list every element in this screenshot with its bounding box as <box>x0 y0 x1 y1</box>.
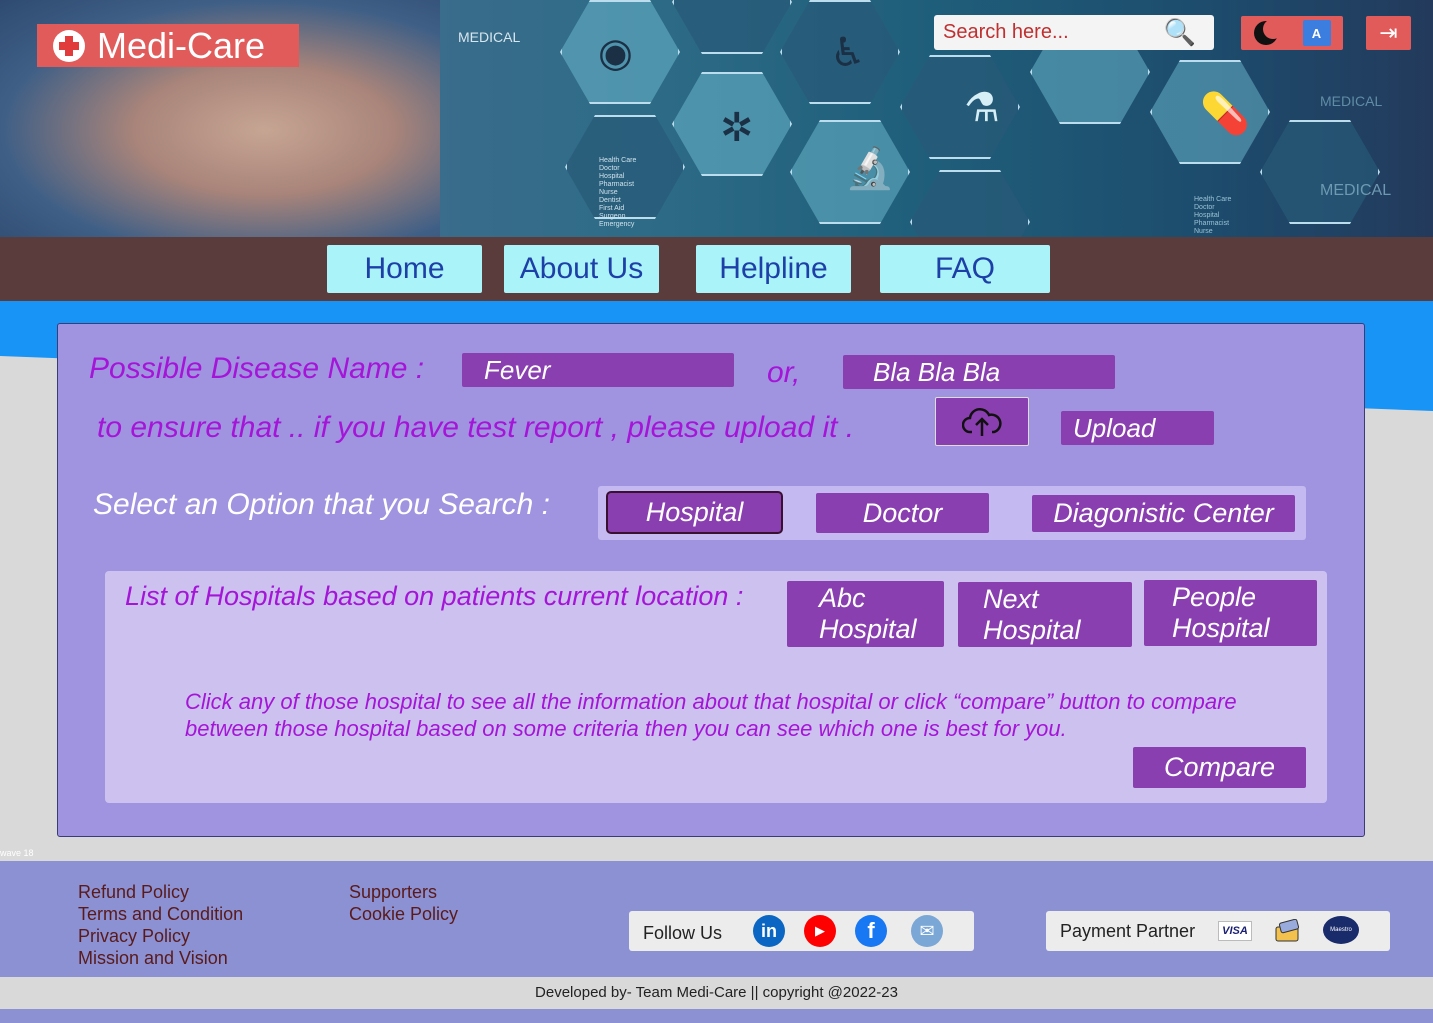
linkedin-icon[interactable]: in <box>753 915 785 947</box>
cloud-upload-icon[interactable] <box>935 397 1029 446</box>
translate-icon[interactable]: A <box>1302 20 1331 46</box>
search-input[interactable] <box>943 21 1163 44</box>
follow-us-box: Follow Us in ▶ f ✉ <box>629 911 974 951</box>
bottom-strip <box>0 1009 1433 1023</box>
footer-link-mission[interactable]: Mission and Vision <box>78 948 228 969</box>
footer-link-refund[interactable]: Refund Policy <box>78 882 189 903</box>
footer-link-terms[interactable]: Terms and Condition <box>78 904 243 925</box>
banner-tag: MEDICAL <box>1320 93 1383 109</box>
visa-icon: VISA <box>1218 921 1252 941</box>
brand-name: Medi-Care <box>97 24 266 66</box>
medical-cross-icon <box>53 29 85 62</box>
facebook-icon[interactable]: f <box>855 915 887 947</box>
footer-link-privacy[interactable]: Privacy Policy <box>78 926 190 947</box>
nav-about-us[interactable]: About Us <box>504 245 659 293</box>
search-bar: 🔍 <box>934 15 1214 50</box>
upload-prompt: to ensure that .. if you have test repor… <box>97 411 855 444</box>
main-navbar: Home About Us Helpline FAQ <box>0 237 1433 301</box>
results-description: Click any of those hospital to see all t… <box>185 689 1237 741</box>
footer-link-cookie[interactable]: Cookie Policy <box>349 904 458 925</box>
hex-shape <box>1260 120 1380 224</box>
footer-link-supporters[interactable]: Supporters <box>349 882 437 903</box>
banner-list: Health Care Doctor Hospital Pharmacist N… <box>599 157 637 228</box>
banner-tag: MEDICAL <box>1320 182 1392 199</box>
maestro-icon: Maestro <box>1323 916 1359 944</box>
wheelchair-icon: ♿ <box>830 31 866 75</box>
theme-language-group: A <box>1241 16 1343 50</box>
hex-shape <box>672 0 792 54</box>
email-icon[interactable]: ✉ <box>911 915 943 947</box>
wave-label: wave 18 <box>0 848 34 858</box>
option-group: Hospital Doctor Diagonistic Center <box>598 486 1306 540</box>
disease-alt-input[interactable]: Bla Bla Bla <box>843 355 1115 389</box>
payment-partner-box: Payment Partner VISA Maestro <box>1046 911 1390 951</box>
hex-tubes <box>900 55 1020 159</box>
brand-logo[interactable]: Medi-Care <box>37 24 299 67</box>
upload-button[interactable]: Upload <box>1061 411 1214 445</box>
option-doctor[interactable]: Doctor <box>816 493 989 533</box>
banner-list: Health Care Doctor Hospital Pharmacist N… <box>1194 196 1232 235</box>
select-option-label: Select an Option that you Search : <box>93 488 550 521</box>
compare-button[interactable]: Compare <box>1133 747 1306 788</box>
card-icon <box>1274 918 1302 943</box>
follow-us-label: Follow Us <box>643 923 723 943</box>
molecule-icon: ✲ <box>720 106 754 150</box>
eye-icon: ◉ <box>598 31 633 75</box>
dark-mode-icon[interactable] <box>1253 19 1283 45</box>
nav-faq[interactable]: FAQ <box>880 245 1050 293</box>
youtube-icon[interactable]: ▶ <box>804 915 836 947</box>
search-icon[interactable]: 🔍 <box>1164 17 1196 48</box>
disease-label: Possible Disease Name : <box>89 352 425 385</box>
option-hospital[interactable]: Hospital <box>606 491 783 534</box>
nav-home[interactable]: Home <box>327 245 482 293</box>
test-tube-icon: ⚗ <box>964 86 1000 130</box>
disease-input[interactable]: Fever <box>462 353 734 387</box>
hospital-list-label: List of Hospitals based on patients curr… <box>125 581 744 611</box>
banner-tag: MEDICAL <box>458 29 521 45</box>
hospital-people[interactable]: People Hospital <box>1144 580 1317 646</box>
option-diagnostic-center[interactable]: Diagonistic Center <box>1032 495 1295 532</box>
nav-helpline[interactable]: Helpline <box>696 245 851 293</box>
hospital-next[interactable]: Next Hospital <box>958 582 1132 647</box>
hospital-abc[interactable]: Abc Hospital <box>787 581 944 647</box>
microscope-icon: 🔬 <box>845 147 895 191</box>
payment-partner-label: Payment Partner <box>1060 921 1196 941</box>
pill-icon: 💊 <box>1200 92 1250 136</box>
or-label: or, <box>767 356 801 389</box>
hex-shape <box>910 170 1030 237</box>
logout-icon[interactable]: ⇥ <box>1366 16 1411 50</box>
copyright-bar: Developed by- Team Medi-Care || copyrigh… <box>0 977 1433 1009</box>
